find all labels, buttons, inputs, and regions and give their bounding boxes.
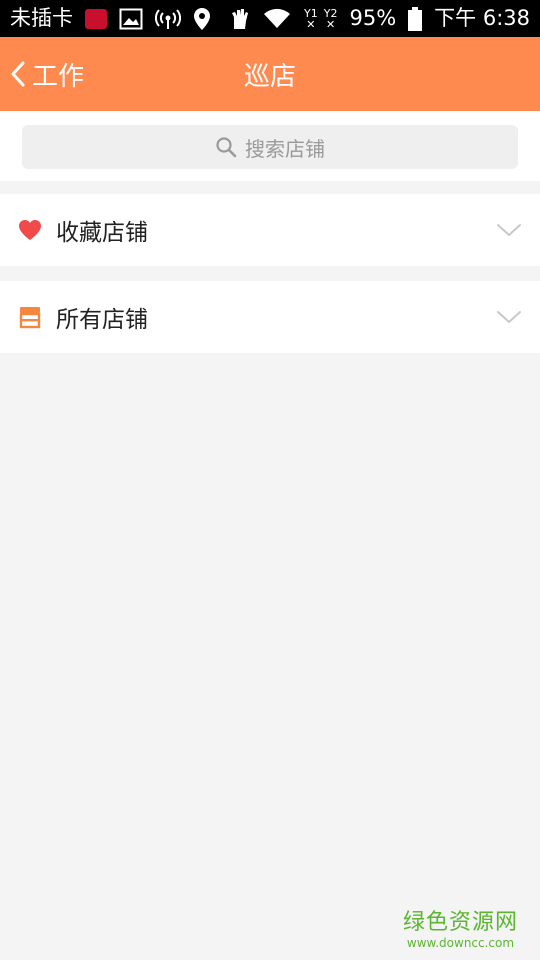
- image-icon: [119, 8, 143, 30]
- sim2-status: Y2 ✕: [324, 8, 338, 30]
- location-icon: [193, 7, 211, 31]
- watermark: 绿色资源网 www.downcc.com: [403, 904, 518, 950]
- sim-status: Y1 ✕ Y2 ✕: [304, 8, 337, 30]
- favorite-stores-label: 收藏店铺: [56, 220, 148, 246]
- search-icon: [215, 136, 237, 158]
- watermark-title: 绿色资源网: [402, 910, 518, 935]
- all-stores-section[interactable]: 所有店铺: [0, 281, 540, 353]
- sim1-status: Y1 ✕: [304, 8, 318, 30]
- status-bar: 未插卡 Y1 ✕ Y2 ✕ 95% 下午 6:38: [0, 0, 540, 37]
- battery-icon: [408, 6, 423, 31]
- back-label: 工作: [32, 61, 85, 92]
- watermark-url: www.downcc.com: [406, 936, 515, 950]
- favorite-stores-section[interactable]: 收藏店铺: [0, 194, 540, 266]
- sim1-label: Y1: [304, 6, 318, 20]
- sim1-x-icon: ✕: [306, 17, 316, 31]
- back-button[interactable]: 工作: [10, 37, 84, 111]
- sim2-x-icon: ✕: [326, 17, 336, 31]
- title-bar: 工作 巡店: [0, 37, 540, 111]
- chevron-left-icon: [10, 60, 26, 88]
- app-notification-icon: [85, 8, 107, 29]
- status-bar-left: 未插卡: [10, 0, 211, 37]
- screen: 未插卡 Y1 ✕ Y2 ✕ 95% 下午 6:38 工作 巡店 搜索店铺 收藏店…: [0, 0, 540, 960]
- search-input[interactable]: 搜索店铺: [22, 125, 518, 169]
- all-stores-label: 所有店铺: [56, 307, 148, 333]
- chevron-down-icon[interactable]: [496, 218, 522, 242]
- store-icon: [18, 305, 42, 329]
- heart-icon: [18, 218, 42, 242]
- hotspot-icon: [155, 8, 181, 30]
- search-placeholder: 搜索店铺: [245, 136, 325, 161]
- wifi-icon: [262, 8, 292, 30]
- sim2-label: Y2: [323, 6, 338, 20]
- search-area: 搜索店铺: [0, 111, 540, 181]
- glove-icon: [230, 7, 250, 31]
- carrier-text: 未插卡: [10, 6, 73, 30]
- battery-text: 95%: [349, 6, 397, 30]
- status-bar-right: Y1 ✕ Y2 ✕ 95% 下午 6:38: [230, 0, 530, 37]
- chevron-down-icon[interactable]: [496, 305, 522, 329]
- clock-text: 下午 6:38: [434, 6, 530, 30]
